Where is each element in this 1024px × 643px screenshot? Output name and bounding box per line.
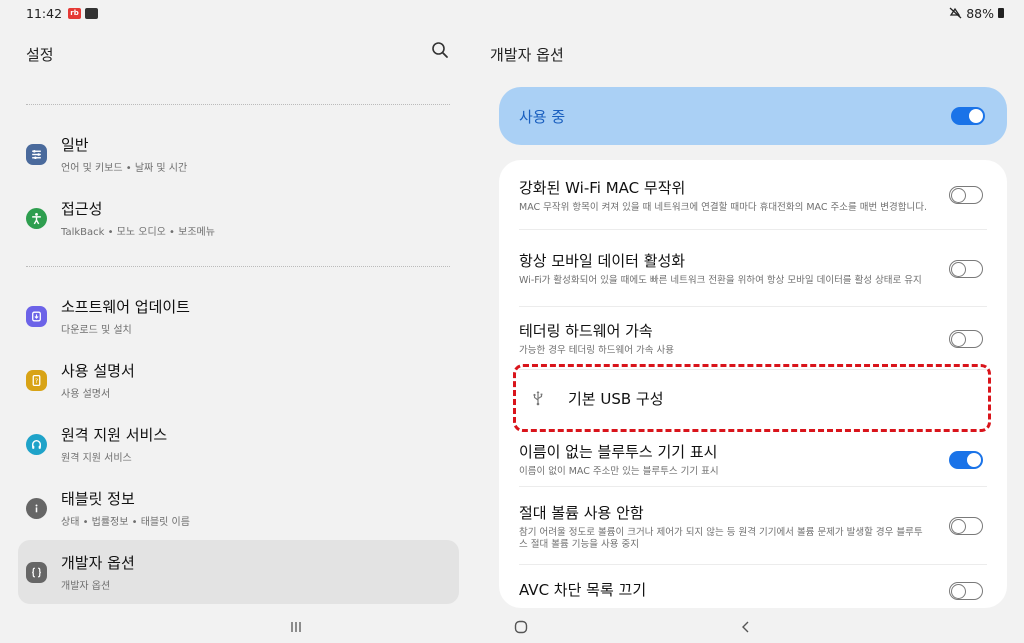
settings-item-software-update[interactable]: 소프트웨어 업데이트 다운로드 및 설치 <box>18 284 459 348</box>
divider <box>26 104 450 105</box>
row-title: 강화된 Wi-Fi MAC 무작위 <box>519 178 686 197</box>
info-icon <box>26 497 47 519</box>
settings-item-developer-options[interactable]: 개발자 옵션 개발자 옵션 <box>18 540 459 604</box>
toggle-switch[interactable] <box>949 329 983 348</box>
settings-title: 설정 <box>26 46 54 64</box>
navigation-bar <box>0 612 1024 643</box>
search-icon[interactable] <box>430 40 450 60</box>
toggle-switch[interactable] <box>949 186 983 204</box>
menu-title: 소프트웨어 업데이트 <box>61 298 190 316</box>
master-toggle[interactable] <box>951 107 985 125</box>
menu-title: 원격 지원 서비스 <box>61 426 168 444</box>
update-icon <box>26 305 47 327</box>
gallery-notification-icon <box>85 7 99 19</box>
mute-icon <box>949 7 962 19</box>
menu-subtitle: TalkBack • 모노 오디오 • 보조메뉴 <box>61 227 215 238</box>
headset-icon <box>26 433 47 455</box>
developer-options-title: 개발자 옵션 <box>490 46 564 64</box>
status-right: 88% <box>949 6 1004 21</box>
developer-options-master-switch[interactable]: 사용 중 <box>499 87 1007 145</box>
row-title: 이름이 없는 블루투스 기기 표시 <box>519 443 718 461</box>
menu-subtitle: 개발자 옵션 <box>61 581 111 592</box>
row-title: 항상 모바일 데이터 활성화 <box>519 252 686 270</box>
row-subtitle: 가능한 경우 테더링 하드웨어 가속 사용 <box>519 345 674 356</box>
notification-app-icon: rb <box>68 7 82 19</box>
usb-config-label: 기본 USB 구성 <box>568 389 664 408</box>
usb-icon <box>533 391 543 406</box>
row-tethering-hardware-acceleration[interactable]: 테더링 하드웨어 가속 가능한 경우 테더링 하드웨어 가속 사용 <box>499 307 1007 370</box>
home-icon[interactable] <box>511 618 531 636</box>
menu-title: 일반 <box>61 136 89 154</box>
toggle-switch[interactable] <box>949 517 983 535</box>
row-subtitle: 이름이 없이 MAC 주소만 있는 블루투스 기기 표시 <box>519 466 719 477</box>
back-icon[interactable] <box>736 618 756 636</box>
menu-subtitle: 언어 및 키보드 • 날짜 및 시간 <box>61 163 188 174</box>
settings-item-remote-support[interactable]: 원격 지원 서비스 원격 지원 서비스 <box>18 412 459 476</box>
row-title: 테더링 하드웨어 가속 <box>519 322 653 340</box>
row-title: 절대 볼륨 사용 안함 <box>519 503 644 522</box>
battery-percent: 88% <box>966 5 994 21</box>
settings-item-user-manual[interactable]: ? 사용 설명서 사용 설명서 <box>18 348 459 412</box>
row-subtitle: MAC 무작위 항목이 켜져 있을 때 네트워크에 연결할 때마다 휴대전화의 … <box>519 201 927 213</box>
braces-icon <box>26 561 47 583</box>
settings-item-tablet-info[interactable]: 태블릿 정보 상태 • 법률정보 • 태블릿 이름 <box>18 476 459 540</box>
toggle-switch[interactable] <box>949 259 983 278</box>
sliders-icon <box>26 143 47 165</box>
menu-subtitle: 다운로드 및 설치 <box>61 325 132 336</box>
row-enhanced-wifi-mac-randomization[interactable]: 강화된 Wi-Fi MAC 무작위 MAC 무작위 항목이 켜져 있을 때 네트… <box>499 160 1007 230</box>
row-subtitle: 참기 어려울 정도로 볼륨이 크거나 제어가 되지 않는 등 원격 기기에서 볼… <box>519 526 923 550</box>
row-default-usb-configuration[interactable]: 기본 USB 구성 <box>513 364 991 432</box>
row-show-unnamed-bluetooth-devices[interactable]: 이름이 없는 블루투스 기기 표시 이름이 없이 MAC 주소만 있는 블루투스… <box>499 432 1007 487</box>
master-switch-label: 사용 중 <box>519 107 566 126</box>
row-subtitle: Wi-Fi가 활성화되어 있을 때에도 빠른 네트워크 전환을 위하여 항상 모… <box>519 275 922 286</box>
manual-icon: ? <box>26 369 47 391</box>
accessibility-icon <box>26 207 47 229</box>
battery-icon <box>998 8 1004 18</box>
status-bar: 11:42 rb 88% <box>0 0 1024 26</box>
recents-icon[interactable] <box>286 618 306 636</box>
menu-subtitle: 상태 • 법률정보 • 태블릿 이름 <box>61 517 190 528</box>
settings-item-general[interactable]: 일반 언어 및 키보드 • 날짜 및 시간 <box>18 122 459 186</box>
row-mobile-data-always-active[interactable]: 항상 모바일 데이터 활성화 Wi-Fi가 활성화되어 있을 때에도 빠른 네트… <box>499 230 1007 307</box>
divider <box>26 266 450 267</box>
menu-subtitle: 사용 설명서 <box>61 389 111 400</box>
row-title: AVC 차단 목록 끄기 <box>519 580 647 599</box>
status-time: 11:42 <box>26 5 63 21</box>
row-disable-absolute-volume[interactable]: 절대 볼륨 사용 안함 참기 어려울 정도로 볼륨이 크거나 제어가 되지 않는… <box>499 487 1007 565</box>
menu-title: 사용 설명서 <box>61 362 135 380</box>
menu-title: 접근성 <box>61 200 103 218</box>
row-disable-avc-blocklist[interactable]: AVC 차단 목록 끄기 <box>499 565 1007 608</box>
svg-text:?: ? <box>35 377 38 385</box>
settings-item-accessibility[interactable]: 접근성 TalkBack • 모노 오디오 • 보조메뉴 <box>18 186 459 250</box>
menu-title: 태블릿 정보 <box>61 490 135 508</box>
toggle-switch[interactable] <box>949 450 983 469</box>
menu-subtitle: 원격 지원 서비스 <box>61 453 132 464</box>
menu-title: 개발자 옵션 <box>61 554 135 572</box>
toggle-switch[interactable] <box>949 582 983 600</box>
